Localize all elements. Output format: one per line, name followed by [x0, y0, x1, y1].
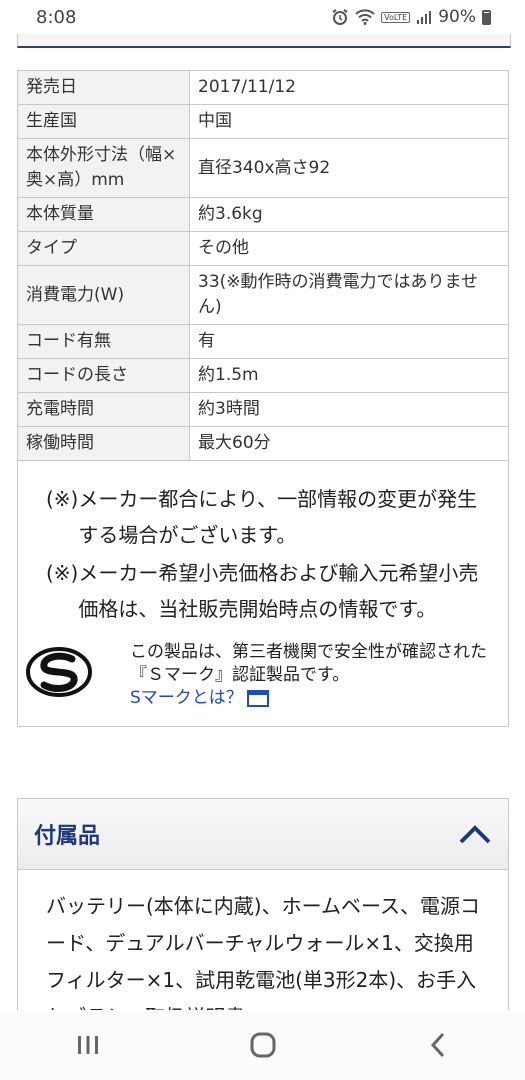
spec-label: 生産国 — [18, 104, 190, 139]
system-nav-bar — [0, 1010, 525, 1080]
spec-table: 発売日 2017/11/12 生産国 中国 本体外形寸法（幅×奥×高）mm 直径340x高… — [18, 71, 508, 461]
notes: (※) メーカー都合により、一部情報の変更が発生する場合がございます。 (※) … — [18, 461, 508, 635]
status-icons: VoLTE 90% — [331, 7, 491, 27]
spec-label: 本体外形寸法（幅×奥×高）mm — [18, 138, 190, 198]
wifi-icon — [355, 9, 375, 25]
accessories-body: バッテリー(本体に内蔵)、ホームベース、電源コード、デュアルバーチャルウォール×… — [17, 870, 509, 1010]
recent-apps-icon — [77, 1036, 98, 1054]
spec-value: 有 — [189, 324, 508, 359]
note-item: (※) メーカー希望小売価格および輸入元希望小売価格は、当社販売開始時点の情報で… — [46, 555, 488, 627]
spec-row: 発売日 2017/11/12 — [18, 71, 508, 105]
note-text: メーカー都合により、一部情報の変更が発生する場合がございます。 — [78, 487, 478, 547]
spec-label: 発売日 — [18, 71, 190, 105]
spec-row: 消費電力(W) 33(※動作時の消費電力ではありません) — [18, 265, 508, 325]
spec-value: 直径340x高さ92 — [189, 138, 508, 198]
smark-text: この製品は、第三者機関で安全性が確認された『Ｓマーク』認証製品です。 — [130, 642, 487, 685]
spec-row: コードの長さ 約1.5m — [18, 358, 508, 393]
spec-row: 稼働時間 最大60分 — [18, 426, 508, 461]
accessories-title: 付属品 — [34, 824, 101, 849]
battery-icon — [482, 9, 491, 25]
spec-value: 中国 — [189, 104, 508, 139]
spec-value: 最大60分 — [189, 426, 508, 461]
previous-section-bottom — [17, 34, 511, 48]
chevron-up-icon[interactable] — [458, 823, 492, 845]
spec-row: 生産国 中国 — [18, 104, 508, 139]
battery-percent: 90% — [438, 7, 476, 27]
s-mark-logo-icon — [26, 647, 92, 697]
status-bar: 8:08 VoLTE 90% — [0, 0, 525, 34]
page-content: 発売日 2017/11/12 生産国 中国 本体外形寸法（幅×奥×高）mm 直径340x高… — [0, 34, 525, 1010]
alarm-icon — [331, 8, 349, 26]
accessories-accordion-header[interactable]: 付属品 — [17, 798, 509, 870]
spec-value: 2017/11/12 — [189, 71, 508, 105]
spec-value: その他 — [189, 231, 508, 266]
back-button[interactable] — [408, 1020, 468, 1070]
home-button[interactable] — [233, 1020, 293, 1070]
spec-value: 約1.5m — [189, 358, 508, 393]
note-item: (※) メーカー都合により、一部情報の変更が発生する場合がございます。 — [46, 481, 488, 553]
note-mark: (※) — [46, 487, 79, 511]
spec-row: タイプ その他 — [18, 231, 508, 266]
spec-row: 本体外形寸法（幅×奥×高）mm 直径340x高さ92 — [18, 138, 508, 198]
spec-label: 稼働時間 — [18, 426, 190, 461]
smark-link[interactable]: Sマークとは？ — [130, 687, 269, 710]
recent-apps-button[interactable] — [58, 1020, 118, 1070]
back-icon — [430, 1032, 444, 1058]
home-icon — [250, 1032, 275, 1058]
spec-section: 発売日 2017/11/12 生産国 中国 本体外形寸法（幅×奥×高）mm 直径340x高… — [17, 70, 509, 727]
spec-label: コードの長さ — [18, 358, 190, 393]
spec-value: 約3時間 — [189, 392, 508, 427]
spec-label: 本体質量 — [18, 197, 190, 232]
spec-label: コード有無 — [18, 324, 190, 359]
spec-row: 本体質量 約3.6kg — [18, 197, 508, 232]
status-time: 8:08 — [36, 6, 77, 28]
spec-label: タイプ — [18, 231, 190, 266]
smark-description: この製品は、第三者機関で安全性が確認された『Ｓマーク』認証製品です。 Sマークと… — [130, 641, 500, 710]
spec-label: 充電時間 — [18, 392, 190, 427]
note-mark: (※) — [46, 561, 79, 585]
spec-value: 約3.6kg — [189, 197, 508, 232]
signal-icon — [416, 10, 432, 24]
spec-row: 充電時間 約3時間 — [18, 392, 508, 427]
smark-link-label: Sマークとは？ — [130, 688, 243, 708]
volte-icon: VoLTE — [381, 11, 411, 23]
spec-label: 消費電力(W) — [18, 265, 190, 325]
note-text: メーカー希望小売価格および輸入元希望小売価格は、当社販売開始時点の情報です。 — [78, 561, 479, 621]
spec-row: コード有無有 — [18, 324, 508, 359]
spec-value: 33(※動作時の消費電力ではありません) — [189, 265, 508, 325]
smark-info: この製品は、第三者機関で安全性が確認された『Ｓマーク』認証製品です。 Sマークと… — [18, 635, 508, 726]
accessories-text: バッテリー(本体に内蔵)、ホームベース、電源コード、デュアルバーチャルウォール×… — [46, 894, 481, 1010]
new-window-icon — [246, 690, 269, 707]
